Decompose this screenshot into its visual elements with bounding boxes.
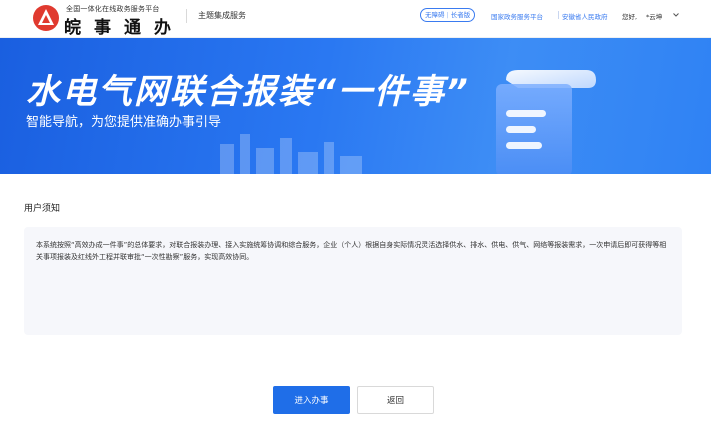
document-scroll-icon	[496, 70, 596, 174]
province-government-link[interactable]: 安徽省人民政府	[562, 11, 608, 21]
top-header: 全国一体化在线政务服务平台 皖事通办 主题集成服务 无障碍 | 长者版 国家政务服务…	[0, 0, 711, 38]
back-button[interactable]: 返回	[357, 386, 434, 414]
barrier-free-link[interactable]: 无障碍	[425, 11, 445, 19]
anhui-logo-icon[interactable]	[32, 4, 60, 32]
banner-subtitle: 智能导航，为您提供准确办事引导	[26, 115, 222, 130]
elder-mode-link[interactable]: 长者版	[451, 11, 471, 19]
notice-title: 用户须知	[24, 204, 61, 214]
header-divider	[186, 9, 187, 23]
brand-name[interactable]: 皖事通办	[64, 13, 184, 38]
national-platform-link[interactable]: 国家政务服务平台	[491, 11, 543, 21]
greeting-text: 您好,	[622, 13, 638, 21]
hero-banner: 水电气网联合报装“一件事” 智能导航，为您提供准确办事引导	[0, 38, 711, 174]
enter-service-button[interactable]: 进入办事	[273, 386, 350, 414]
notice-panel: 本系统按照“高效办成一件事”的总体要求，对联合报装办理、接入实施统筹协调和综合服…	[24, 227, 682, 335]
link-divider	[558, 11, 559, 19]
banner-title: 水电气网联合报装“一件事”	[26, 72, 470, 112]
notice-text: 本系统按照“高效办成一件事”的总体要求，对联合报装办理、接入实施统筹协调和综合服…	[36, 241, 667, 261]
user-menu[interactable]: *云坤	[646, 11, 662, 21]
accessibility-toggle: 无障碍 | 长者版	[420, 8, 476, 22]
city-skyline-decoration	[220, 134, 362, 174]
theme-service-label: 主题集成服务	[198, 11, 246, 20]
chevron-down-icon[interactable]	[672, 11, 680, 19]
